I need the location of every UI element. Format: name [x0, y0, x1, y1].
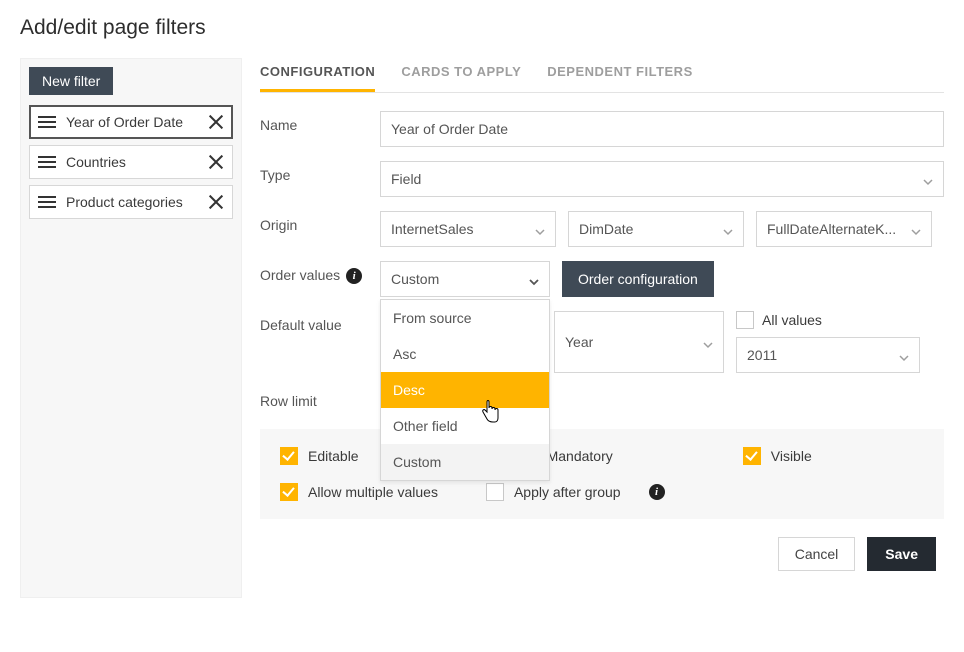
info-icon[interactable]: i	[649, 484, 665, 500]
default-value-select[interactable]: 2011	[736, 337, 920, 373]
mandatory-label: Mandatory	[547, 448, 613, 464]
order-values-select-value: Custom	[391, 271, 439, 287]
tab-configuration[interactable]: Configuration	[260, 58, 375, 92]
origin-select-1-value: InternetSales	[391, 221, 474, 237]
filters-sidebar: New filter Year of Order Date Countries …	[20, 58, 242, 598]
drag-icon[interactable]	[38, 196, 56, 208]
origin-select-3[interactable]: FullDateAlternateK...	[756, 211, 932, 247]
filter-list: Year of Order Date Countries Product cat…	[29, 105, 233, 219]
origin-select-1[interactable]: InternetSales	[380, 211, 556, 247]
origin-select-2[interactable]: DimDate	[568, 211, 744, 247]
close-icon[interactable]	[208, 154, 224, 170]
editable-label: Editable	[308, 448, 359, 464]
origin-select-3-value: FullDateAlternateK...	[767, 221, 896, 237]
close-icon[interactable]	[208, 114, 224, 130]
label-type: Type	[260, 167, 290, 185]
tab-cards-to-apply[interactable]: Cards to apply	[401, 58, 521, 92]
visible-checkbox[interactable]	[743, 447, 761, 465]
default-value-value: 2011	[747, 347, 777, 363]
apply-after-group-label: Apply after group	[514, 484, 621, 500]
label-default-value: Default value	[260, 317, 342, 335]
filter-item-label: Product categories	[66, 194, 198, 210]
filter-item-label: Countries	[66, 154, 198, 170]
type-select-value: Field	[391, 171, 421, 187]
label-name: Name	[260, 117, 297, 135]
chevron-down-icon	[703, 337, 713, 347]
all-values-label: All values	[762, 312, 822, 328]
filter-item-year-of-order-date[interactable]: Year of Order Date	[29, 105, 233, 139]
tabs: Configuration Cards to apply Dependent f…	[260, 58, 944, 93]
dropdown-item-from-source[interactable]: From source	[381, 300, 549, 336]
label-origin: Origin	[260, 217, 297, 235]
save-button[interactable]: Save	[867, 537, 936, 571]
filter-item-countries[interactable]: Countries	[29, 145, 233, 179]
drag-icon[interactable]	[38, 156, 56, 168]
default-period-value: Year	[565, 334, 593, 350]
dropdown-item-custom[interactable]: Custom	[381, 444, 549, 480]
order-values-dropdown[interactable]: From sourceAscDescOther fieldCustom	[380, 299, 550, 481]
label-row-limit: Row limit	[260, 393, 317, 411]
apply-after-group-checkbox[interactable]	[486, 483, 504, 501]
default-period-select[interactable]: Year	[554, 311, 724, 373]
editable-checkbox[interactable]	[280, 447, 298, 465]
filter-item-product-categories[interactable]: Product categories	[29, 185, 233, 219]
dropdown-item-desc[interactable]: Desc	[381, 372, 549, 408]
label-order-values: Order values	[260, 267, 340, 285]
dropdown-item-other-field[interactable]: Other field	[381, 408, 549, 444]
chevron-down-icon	[535, 224, 545, 234]
visible-label: Visible	[771, 448, 812, 464]
type-select[interactable]: Field	[380, 161, 944, 197]
new-filter-button[interactable]: New filter	[29, 67, 113, 95]
order-configuration-button[interactable]: Order configuration	[562, 261, 714, 297]
chevron-down-icon	[923, 174, 933, 184]
filter-item-label: Year of Order Date	[66, 114, 198, 130]
cancel-button[interactable]: Cancel	[778, 537, 856, 571]
allow-multiple-checkbox[interactable]	[280, 483, 298, 501]
allow-multiple-label: Allow multiple values	[308, 484, 438, 500]
main-panel: Configuration Cards to apply Dependent f…	[260, 58, 944, 598]
chevron-down-icon	[723, 224, 733, 234]
options-panel: Editable Mandatory Visible	[260, 429, 944, 519]
dropdown-item-asc[interactable]: Asc	[381, 336, 549, 372]
chevron-down-icon	[911, 224, 921, 234]
name-input[interactable]	[380, 111, 944, 147]
origin-select-2-value: DimDate	[579, 221, 633, 237]
chevron-down-icon	[899, 350, 909, 360]
chevron-down-icon	[529, 274, 539, 284]
modal-title: Add/edit page filters	[20, 16, 944, 40]
drag-icon[interactable]	[38, 116, 56, 128]
order-values-select[interactable]: Custom	[380, 261, 550, 297]
all-values-checkbox[interactable]	[736, 311, 754, 329]
close-icon[interactable]	[208, 194, 224, 210]
info-icon[interactable]: i	[346, 268, 362, 284]
tab-dependent-filters[interactable]: Dependent filters	[547, 58, 693, 92]
